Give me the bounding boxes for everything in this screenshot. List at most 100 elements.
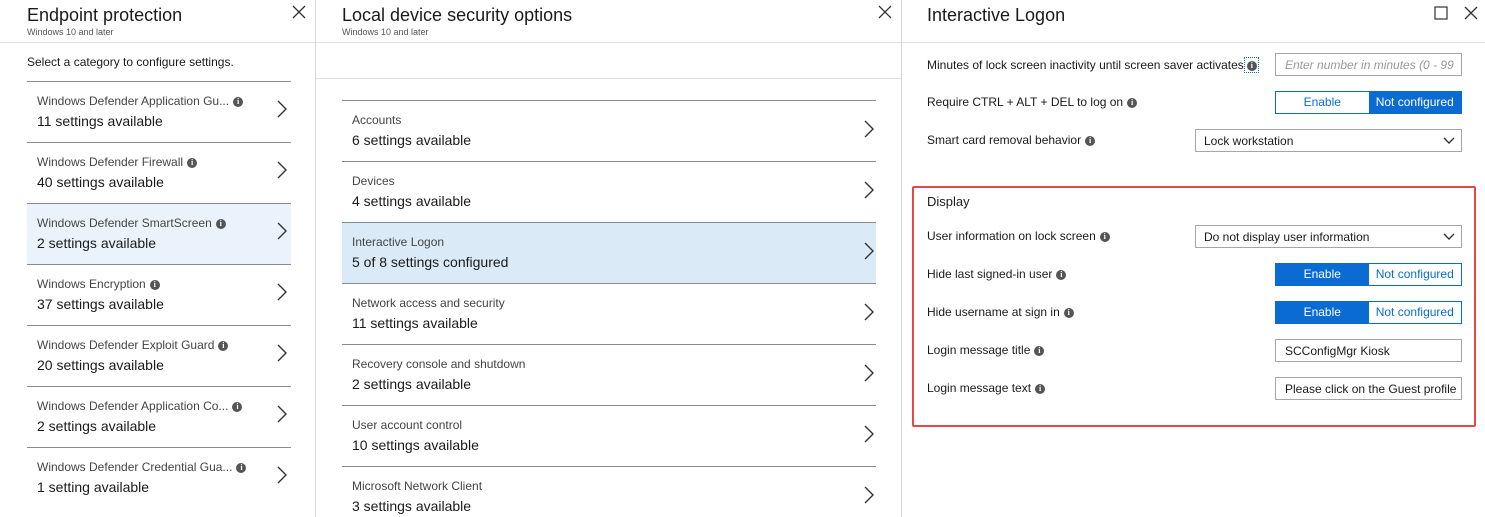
hide-username-row: Hide username at sign in i Enable Not con… bbox=[927, 301, 1462, 325]
security-category-count: 6 settings available bbox=[352, 132, 472, 148]
login-title-row: Login message title i SCConfigMgr Kiosk bbox=[927, 339, 1462, 363]
category-intro: Select a category to configure settings. bbox=[27, 55, 234, 69]
security-category-name: Microsoft Network Client bbox=[352, 479, 483, 493]
info-icon[interactable]: i bbox=[215, 218, 226, 229]
chevron-right-icon bbox=[277, 283, 287, 306]
blade-title: Interactive Logon bbox=[927, 5, 1066, 25]
hide-last-user-row: Hide last signed-in user i Enable Not con… bbox=[927, 263, 1462, 287]
enable-option[interactable]: Enable bbox=[1276, 92, 1369, 113]
blade-subtitle: Windows 10 and later bbox=[342, 27, 429, 37]
security-category-item[interactable]: Interactive Logon 5 of 8 settings configu… bbox=[342, 222, 876, 283]
category-count: 2 settings available bbox=[37, 235, 157, 251]
chevron-right-icon bbox=[864, 486, 874, 509]
interactive-logon-blade: Interactive Logon Minutes of lock screen… bbox=[902, 0, 1485, 517]
ctrl-alt-del-row: Require CTRL + ALT + DEL to log on i Enab… bbox=[927, 91, 1462, 115]
info-icon[interactable]: i bbox=[1246, 60, 1257, 71]
chevron-down-icon bbox=[1443, 231, 1455, 245]
info-icon[interactable]: i bbox=[1127, 97, 1138, 108]
user-info-lock-screen-select[interactable]: Do not display user information bbox=[1195, 225, 1462, 248]
ctrl-alt-del-label: Require CTRL + ALT + DEL to log on i bbox=[927, 95, 1138, 109]
category-name: Windows Defender SmartScreen i bbox=[37, 216, 226, 230]
login-text-label: Login message text i bbox=[927, 381, 1046, 395]
info-icon[interactable]: i bbox=[218, 340, 229, 351]
screen-saver-minutes-input[interactable]: Enter number in minutes (0 - 99 bbox=[1275, 53, 1462, 76]
blade-title: Endpoint protection bbox=[27, 5, 183, 25]
category-count: 20 settings available bbox=[37, 357, 164, 373]
category-item[interactable]: Windows Encryption i 37 settings available bbox=[27, 264, 291, 325]
security-category-name: Interactive Logon bbox=[352, 235, 445, 249]
blade-subtitle: Windows 10 and later bbox=[27, 27, 114, 37]
not-configured-option[interactable]: Not configured bbox=[1368, 264, 1461, 285]
security-category-count: 2 settings available bbox=[352, 376, 472, 392]
security-category-count: 5 of 8 settings configured bbox=[352, 254, 509, 270]
user-info-label: User information on lock screen i bbox=[927, 229, 1110, 243]
info-icon[interactable]: i bbox=[236, 462, 247, 473]
category-name: Windows Defender Exploit Guard i bbox=[37, 338, 229, 352]
security-category-item[interactable]: User account control 10 settings availabl… bbox=[342, 405, 876, 466]
info-icon[interactable]: i bbox=[1034, 345, 1045, 356]
info-icon[interactable]: i bbox=[149, 279, 160, 290]
category-count: 2 settings available bbox=[37, 418, 157, 434]
security-category-item[interactable]: Devices 4 settings available bbox=[342, 161, 876, 222]
security-category-count: 10 settings available bbox=[352, 437, 479, 453]
info-icon[interactable]: i bbox=[1035, 383, 1046, 394]
security-category-count: 3 settings available bbox=[352, 498, 472, 514]
login-message-title-input[interactable]: SCConfigMgr Kiosk bbox=[1275, 339, 1462, 362]
security-category-name: Recovery console and shutdown bbox=[352, 357, 526, 371]
info-icon[interactable]: i bbox=[1056, 269, 1067, 280]
security-category-count: 4 settings available bbox=[352, 193, 472, 209]
category-item[interactable]: Windows Defender Exploit Guard i 20 settin… bbox=[27, 325, 291, 386]
security-category-name: Accounts bbox=[352, 113, 402, 127]
category-name: Windows Defender Application Co... i bbox=[37, 399, 243, 413]
security-category-name: User account control bbox=[352, 418, 463, 432]
category-name: Windows Defender Application Gu... i bbox=[37, 94, 244, 108]
chevron-right-icon bbox=[864, 181, 874, 204]
chevron-right-icon bbox=[864, 120, 874, 143]
info-icon[interactable]: i bbox=[1099, 231, 1110, 242]
chevron-down-icon bbox=[1443, 135, 1455, 149]
endpoint-protection-blade: Endpoint protection Windows 10 and later… bbox=[0, 0, 316, 517]
security-category-name: Network access and security bbox=[352, 296, 505, 310]
chevron-right-icon bbox=[277, 222, 287, 245]
category-item[interactable]: Windows Defender SmartScreen i 2 settings … bbox=[27, 203, 291, 264]
info-icon[interactable]: i bbox=[1063, 307, 1074, 318]
category-item[interactable]: Windows Defender Application Gu... i 11 se… bbox=[27, 81, 291, 142]
security-category-name: Devices bbox=[352, 174, 395, 188]
close-icon[interactable] bbox=[292, 5, 310, 23]
close-icon[interactable] bbox=[878, 5, 896, 23]
category-name: Windows Encryption i bbox=[37, 277, 160, 291]
enable-option[interactable]: Enable bbox=[1276, 264, 1369, 285]
security-category-item[interactable]: Microsoft Network Client 3 settings avail… bbox=[342, 466, 876, 517]
chevron-right-icon bbox=[277, 161, 287, 184]
not-configured-option[interactable]: Not configured bbox=[1368, 302, 1461, 323]
ctrl-alt-del-toggle: Enable Not configured bbox=[1275, 91, 1462, 114]
info-icon[interactable]: i bbox=[233, 96, 244, 107]
user-info-row: User information on lock screen i Do not … bbox=[927, 225, 1462, 249]
security-category-item[interactable]: Network access and security 11 settings a… bbox=[342, 283, 876, 344]
info-icon[interactable]: i bbox=[187, 157, 198, 168]
security-category-item[interactable]: Recovery console and shutdown 2 settings … bbox=[342, 344, 876, 405]
hide-last-user-toggle: Enable Not configured bbox=[1275, 263, 1462, 286]
category-name: Windows Defender Firewall i bbox=[37, 155, 198, 169]
blade-header: Local device security options Windows 10… bbox=[316, 0, 901, 43]
category-item[interactable]: Windows Defender Credential Gua... i 1 set… bbox=[27, 447, 291, 508]
chevron-right-icon bbox=[277, 344, 287, 367]
local-security-options-blade: Local device security options Windows 10… bbox=[316, 0, 902, 517]
category-item[interactable]: Windows Defender Application Co... i 2 set… bbox=[27, 386, 291, 447]
not-configured-option[interactable]: Not configured bbox=[1368, 92, 1461, 113]
login-message-text-input[interactable]: Please click on the Guest profile bbox=[1275, 377, 1462, 400]
category-count: 37 settings available bbox=[37, 296, 164, 312]
info-icon[interactable]: i bbox=[1085, 135, 1096, 146]
blade-toolbar bbox=[316, 43, 901, 79]
smart-card-label: Smart card removal behavior i bbox=[927, 133, 1096, 147]
category-count: 1 setting available bbox=[37, 479, 150, 495]
chevron-right-icon bbox=[864, 242, 874, 265]
info-icon[interactable]: i bbox=[232, 401, 243, 412]
security-category-item[interactable]: Accounts 6 settings available bbox=[342, 100, 876, 161]
category-item[interactable]: Windows Defender Firewall i 40 settings av… bbox=[27, 142, 291, 203]
smart-card-removal-select[interactable]: Lock workstation bbox=[1195, 129, 1462, 152]
blade-header: Interactive Logon bbox=[902, 0, 1485, 43]
enable-option[interactable]: Enable bbox=[1276, 302, 1369, 323]
close-icon[interactable] bbox=[1464, 6, 1482, 24]
maximize-icon[interactable] bbox=[1434, 6, 1452, 24]
